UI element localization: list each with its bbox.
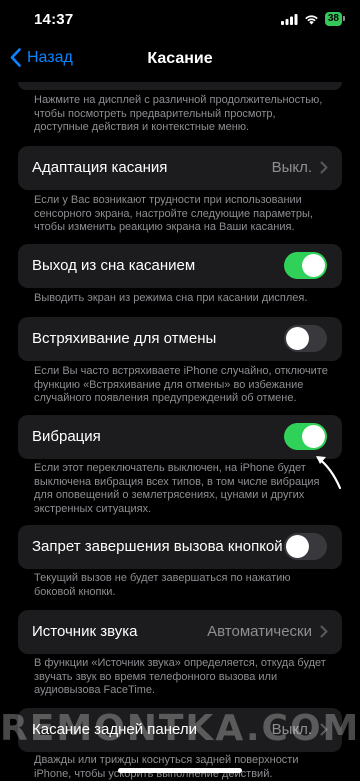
navigation-bar: Назад Касание — [0, 38, 360, 78]
call-audio-routing-footer: В функции «Источник звука» определяется,… — [34, 657, 326, 696]
battery-indicator: 38 — [324, 12, 346, 26]
toggle-knob — [302, 425, 325, 448]
status-bar: 14:37 38 — [0, 0, 360, 38]
pointer-arrow-icon — [316, 456, 342, 490]
call-audio-routing-row[interactable]: Источник звука Автоматически — [18, 610, 342, 654]
vibration-footer: Если этот переключатель выключен, на iPh… — [34, 462, 320, 515]
touch-accommodations-footer: Если у Вас возникают трудности при испол… — [34, 194, 313, 233]
vibration-row: Вибрация — [18, 415, 342, 459]
prevent-lock-end-call-toggle[interactable] — [284, 533, 327, 560]
tap-to-wake-footer: Выводить экран из режима сна при касании… — [34, 292, 308, 304]
vibration-toggle[interactable] — [284, 423, 327, 450]
shake-to-undo-footer: Если Вы часто встряхиваете iPhone случай… — [34, 365, 328, 404]
top-cell-remnant — [18, 82, 342, 90]
status-time: 14:37 — [34, 11, 74, 28]
toggle-knob — [286, 327, 309, 350]
row-value: Выкл. — [272, 721, 328, 738]
chevron-right-icon — [320, 161, 328, 174]
tap-to-wake-toggle[interactable] — [284, 252, 327, 279]
value-text: Выкл. — [271, 159, 312, 176]
top-footer-text: Нажмите на дисплей с различной продолжит… — [34, 94, 323, 133]
row-label: Выход из сна касанием — [32, 257, 196, 274]
chevron-right-icon — [320, 625, 328, 638]
shake-to-undo-toggle[interactable] — [284, 325, 327, 352]
page-title: Касание — [147, 50, 213, 67]
row-label: Касание задней панели — [32, 721, 197, 738]
row-label: Встряхивание для отмены — [32, 330, 217, 347]
prevent-lock-end-call-footer: Текущий вызов не будет завершаться по на… — [34, 572, 291, 598]
value-text: Выкл. — [271, 721, 312, 738]
chevron-right-icon — [320, 723, 328, 736]
toggle-knob — [286, 535, 309, 558]
home-indicator — [118, 768, 242, 773]
cellular-signal-icon — [280, 13, 298, 25]
row-label: Вибрация — [32, 428, 101, 445]
row-value: Автоматически — [207, 623, 328, 640]
back-tap-row[interactable]: Касание задней панели Выкл. — [18, 708, 342, 752]
prevent-lock-end-call-row: Запрет завершения вызова кнопкой — [18, 525, 342, 569]
row-value: Выкл. — [272, 159, 328, 176]
status-icons: 38 — [280, 12, 346, 26]
row-label: Источник звука — [32, 623, 138, 640]
shake-to-undo-row: Встряхивание для отмены — [18, 317, 342, 361]
row-label: Запрет завершения вызова кнопкой — [32, 538, 283, 555]
value-text: Автоматически — [207, 623, 312, 640]
tap-to-wake-row: Выход из сна касанием — [18, 244, 342, 288]
touch-accommodations-row[interactable]: Адаптация касания Выкл. — [18, 146, 342, 190]
row-label: Адаптация касания — [32, 159, 168, 176]
wifi-icon — [305, 14, 318, 24]
toggle-knob — [302, 254, 325, 277]
